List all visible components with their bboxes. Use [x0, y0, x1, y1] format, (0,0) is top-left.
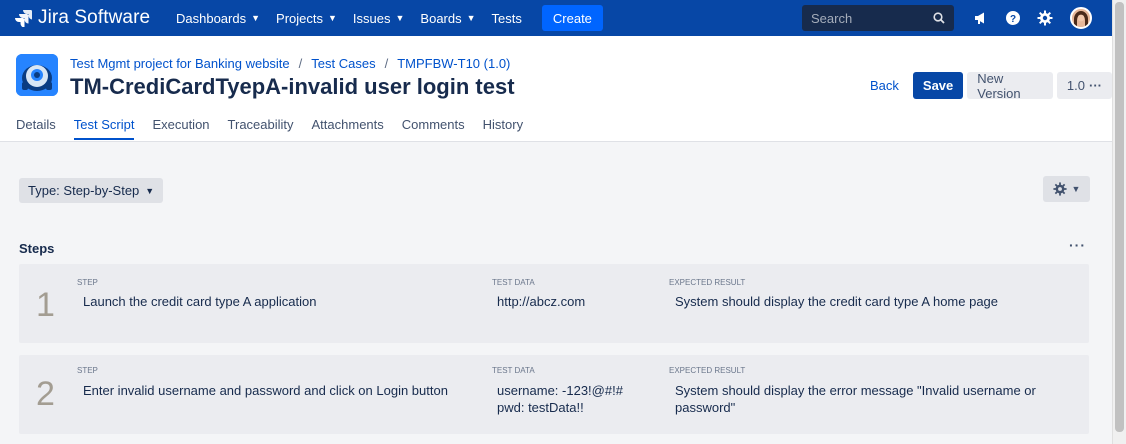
version-label: 1.0 — [1066, 78, 1085, 93]
nav-dashboards[interactable]: Dashboards ▼ — [176, 11, 260, 26]
page-title: TM-CrediCardTyepA-invalid user login tes… — [70, 74, 515, 99]
step-column-label: STEP — [77, 278, 98, 287]
settings-gear-icon[interactable] — [1037, 10, 1053, 26]
create-button[interactable]: Create — [541, 5, 603, 31]
nav-dashboards-label: Dashboards — [176, 10, 247, 26]
expected-result-line: System should display the credit card ty… — [675, 294, 999, 309]
chevron-down-icon: ▼ — [145, 185, 155, 196]
help-icon[interactable]: ? — [1005, 10, 1021, 26]
nav-boards[interactable]: Boards ▼ — [420, 11, 475, 26]
user-avatar-icon — [1072, 9, 1090, 27]
test-data-line: pwd: testData!! — [497, 400, 584, 415]
svg-text:?: ? — [1010, 14, 1016, 25]
jira-logo-icon — [15, 10, 32, 27]
step-number: 1 — [36, 286, 55, 324]
script-type-label: Type: Step-by-Step — [28, 183, 140, 198]
top-navigation-bar: Jira Software Dashboards ▼ Projects ▼ Is… — [0, 0, 1112, 36]
search-placeholder: Search — [811, 10, 853, 26]
step-description[interactable]: Enter invalid username and password and … — [83, 382, 483, 399]
breadcrumb-project[interactable]: Test Mgmt project for Banking website — [70, 56, 290, 71]
tab-attachments[interactable]: Attachments — [312, 117, 384, 140]
test-data-line: username: -123!@#!# — [497, 383, 623, 398]
save-button[interactable]: Save — [912, 72, 964, 99]
step-test-data[interactable]: http://abcz.com — [497, 293, 662, 310]
nav-projects-label: Projects — [276, 10, 323, 26]
chevron-down-icon: ▼ — [251, 13, 261, 23]
test-data-column-label: TEST DATA — [492, 278, 535, 287]
tab-traceability[interactable]: Traceability — [228, 117, 294, 140]
step-row[interactable]: 1 STEP Launch the credit card type A app… — [19, 264, 1089, 343]
breadcrumb-test-case-key[interactable]: TMPFBW-T10 (1.0) — [397, 56, 510, 71]
expected-result-line: System should display the error message … — [675, 383, 1036, 398]
nav-issues-label: Issues — [352, 10, 391, 26]
step-test-data[interactable]: username: -123!@#!# pwd: testData!! — [497, 382, 662, 416]
nav-issues[interactable]: Issues ▼ — [353, 11, 405, 26]
nav-projects[interactable]: Projects ▼ — [276, 11, 337, 26]
issue-header: Test Mgmt project for Banking website / … — [0, 36, 1112, 142]
test-data-line: http://abcz.com — [497, 294, 586, 309]
tab-test-script[interactable]: Test Script — [73, 117, 135, 140]
script-type-select[interactable]: Type: Step-by-Step ▼ — [19, 178, 164, 203]
step-row[interactable]: 2 STEP Enter invalid username and passwo… — [19, 355, 1089, 434]
nav-tests-label: Tests — [491, 10, 522, 26]
jira-logo[interactable]: Jira Software — [14, 7, 164, 29]
brand-name: Jira Software — [38, 7, 151, 28]
step-expected-result[interactable]: System should display the error message … — [675, 382, 1075, 416]
test-data-column-label: TEST DATA — [492, 366, 535, 375]
step-column-label: STEP — [77, 366, 98, 375]
search-input[interactable]: Search — [802, 5, 954, 31]
tab-comments[interactable]: Comments — [402, 117, 465, 140]
new-version-button[interactable]: New Version — [967, 71, 1053, 101]
step-expected-result[interactable]: System should display the credit card ty… — [675, 293, 1075, 310]
tab-bar: Details Test Script Execution Traceabili… — [16, 117, 541, 140]
chevron-down-icon: ▼ — [466, 13, 476, 23]
version-dropdown-button[interactable]: 1.0 ··· — [1056, 72, 1112, 99]
expected-result-line: password" — [675, 400, 736, 415]
notifications-megaphone-icon[interactable] — [973, 10, 989, 26]
tab-execution[interactable]: Execution — [152, 117, 209, 140]
scrollbar-thumb[interactable] — [1115, 2, 1124, 432]
chevron-down-icon: ▼ — [395, 13, 405, 23]
breadcrumb: Test Mgmt project for Banking website / … — [70, 56, 511, 71]
tab-details[interactable]: Details — [16, 117, 56, 140]
search-icon — [933, 12, 945, 24]
tab-history[interactable]: History — [483, 117, 523, 140]
steps-section-title: Steps — [19, 241, 55, 256]
nav-boards-label: Boards — [420, 10, 462, 26]
expected-result-column-label: EXPECTED RESULT — [669, 366, 746, 375]
chevron-down-icon: ▼ — [328, 13, 337, 23]
more-icon: ··· — [1089, 78, 1102, 93]
expected-result-column-label: EXPECTED RESULT — [669, 278, 746, 287]
step-description[interactable]: Launch the credit card type A applicatio… — [83, 293, 473, 310]
gear-icon — [1052, 182, 1067, 196]
steps-more-icon[interactable]: ··· — [1069, 237, 1086, 253]
script-settings-button[interactable]: ▼ — [1043, 176, 1090, 202]
project-robot-icon — [16, 54, 58, 96]
project-avatar[interactable] — [16, 54, 58, 96]
user-avatar[interactable] — [1070, 7, 1092, 29]
breadcrumb-test-cases[interactable]: Test Cases — [311, 56, 375, 71]
page-scrollbar[interactable] — [1112, 0, 1126, 444]
chevron-down-icon: ▼ — [1071, 184, 1081, 194]
nav-tests[interactable]: Tests — [492, 11, 522, 26]
step-number: 2 — [36, 375, 55, 413]
back-button[interactable]: Back — [862, 72, 907, 99]
